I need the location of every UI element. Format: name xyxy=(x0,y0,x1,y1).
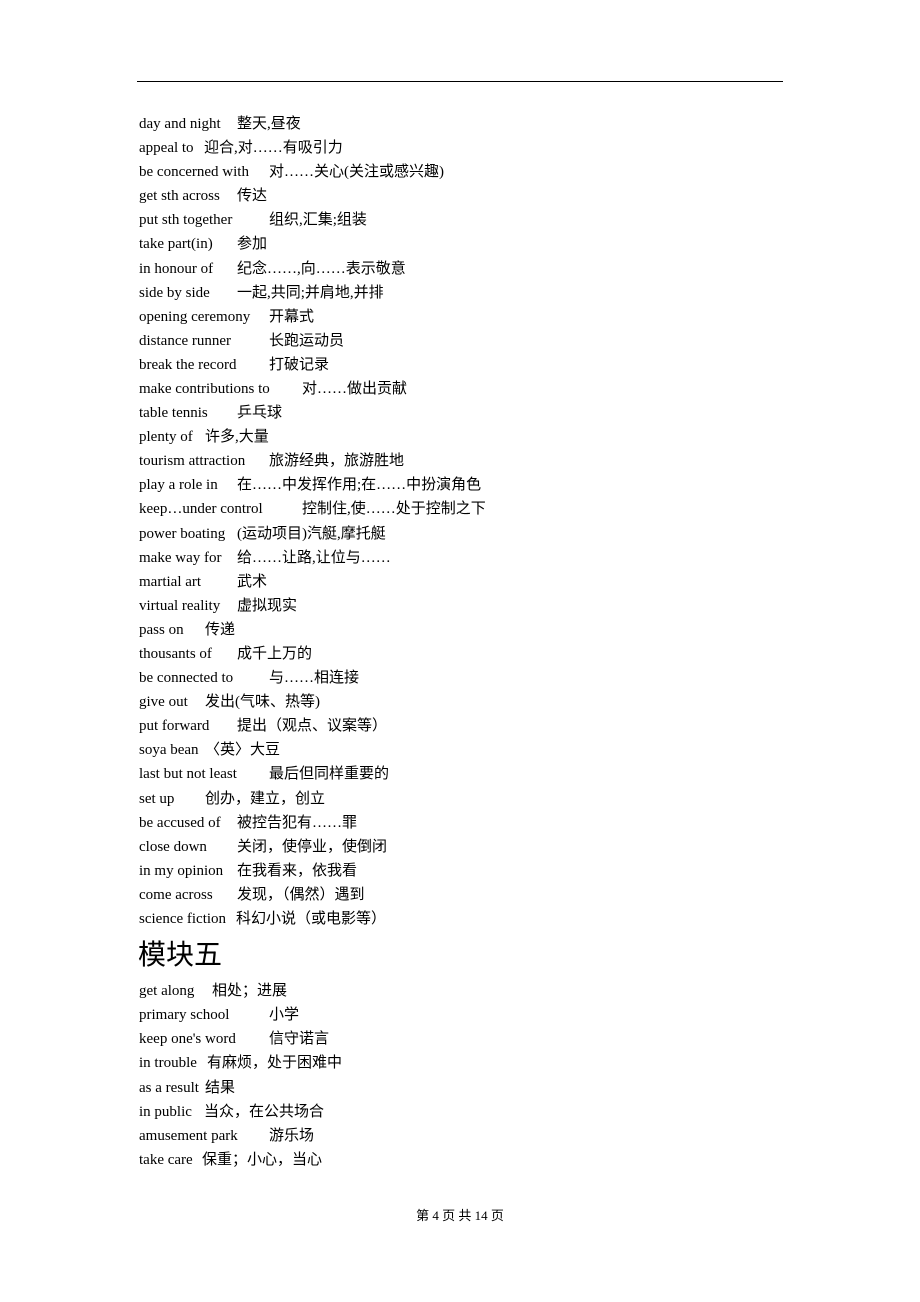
phrase-term: in public xyxy=(139,1103,192,1120)
phrase-term: come across xyxy=(139,886,213,903)
phrase-term: as a result xyxy=(139,1079,199,1096)
phrase-meaning: 武术 xyxy=(237,573,268,590)
phrase-term: virtual reality xyxy=(139,597,221,614)
phrase-term: table tennis xyxy=(139,405,208,422)
page-footer: 第 4 页 共 14 页 xyxy=(416,1208,504,1223)
phrase-meaning: 〈英〉大豆 xyxy=(205,742,281,759)
phrase-term: appeal to xyxy=(139,140,194,157)
phrase-meaning: 信守诺言 xyxy=(269,1031,330,1048)
phrase-term: amusement park xyxy=(139,1127,238,1144)
phrase-meaning: 成千上万的 xyxy=(237,645,313,662)
phrase-meaning: 传递 xyxy=(205,621,236,638)
phrase-meaning: (运动项目)汽艇,摩托艇 xyxy=(237,525,386,542)
phrase-meaning: 传达 xyxy=(237,188,268,205)
phrase-meaning: 迎合,对……有吸引力 xyxy=(204,140,343,157)
phrase-term: opening ceremony xyxy=(139,308,251,325)
phrase-meaning: 游乐场 xyxy=(269,1127,315,1144)
phrase-term: make way for xyxy=(139,549,222,566)
phrase-meaning: 当众，在公共场合 xyxy=(204,1103,325,1120)
phrase-meaning: 开幕式 xyxy=(269,308,315,325)
phrase-term: tourism attraction xyxy=(139,453,246,470)
phrase-meaning: 提出（观点、议案等） xyxy=(237,718,388,735)
phrase-term: play a role in xyxy=(139,477,218,494)
phrase-meaning: 旅游经典，旅游胜地 xyxy=(269,453,405,470)
header-rule xyxy=(137,81,783,82)
phrase-meaning: 给……让路,让位与…… xyxy=(237,549,391,566)
phrase-meaning: 虚拟现实 xyxy=(237,597,298,614)
phrase-meaning: 组织,汇集;组装 xyxy=(269,212,367,229)
phrase-term: in my opinion xyxy=(139,862,224,879)
phrase-term: keep one's word xyxy=(139,1031,236,1048)
phrase-meaning: 乒乓球 xyxy=(237,405,283,422)
phrase-term: put forward xyxy=(139,718,210,735)
phrase-term: distance runner xyxy=(139,332,232,349)
phrase-term: take part(in) xyxy=(139,236,213,253)
section-heading: 模块五 xyxy=(138,940,223,971)
phrase-term: be connected to xyxy=(139,670,234,687)
phrase-term: primary school xyxy=(139,1007,230,1024)
phrase-term: set up xyxy=(139,790,175,807)
phrase-term: pass on xyxy=(139,621,184,638)
phrase-meaning: 对……做出贡献 xyxy=(302,380,408,397)
phrase-meaning: 小学 xyxy=(269,1007,300,1024)
phrase-term: be accused of xyxy=(139,814,221,831)
phrase-meaning: 相处；进展 xyxy=(212,983,288,999)
phrase-meaning: 发出(气味、热等) xyxy=(205,694,320,711)
phrase-term: break the record xyxy=(139,356,237,373)
phrase-meaning: 打破记录 xyxy=(269,356,330,373)
phrase-meaning: 保重；小心，当心 xyxy=(202,1151,323,1168)
phrase-term: day and night xyxy=(139,116,221,132)
phrase-term: thousants of xyxy=(139,645,212,662)
phrase-meaning: 一起,共同;并肩地,并排 xyxy=(237,284,384,301)
phrase-meaning: 许多,大量 xyxy=(205,429,269,446)
phrase-term: martial art xyxy=(139,573,202,590)
phrase-meaning: 纪念……,向……表示敬意 xyxy=(237,260,406,277)
phrase-term: keep…under control xyxy=(139,501,263,518)
phrase-meaning: 结果 xyxy=(205,1079,236,1096)
phrase-term: last but not least xyxy=(139,766,237,783)
phrase-meaning: 参加 xyxy=(237,236,268,253)
phrase-term: plenty of xyxy=(139,429,193,446)
phrase-term: put sth together xyxy=(139,212,233,229)
phrase-meaning: 最后但同样重要的 xyxy=(269,766,390,783)
phrase-meaning: 控制住,使……处于控制之下 xyxy=(302,501,486,518)
phrase-meaning: 在……中发挥作用;在……中扮演角色 xyxy=(237,477,482,494)
phrase-meaning: 与……相连接 xyxy=(269,670,360,687)
phrase-meaning: 创办，建立，创立 xyxy=(205,790,326,807)
phrase-meaning: 发现，（偶然）遇到 xyxy=(237,886,365,903)
phrase-meaning: 关闭，使停业，使倒闭 xyxy=(237,838,388,855)
phrase-term: give out xyxy=(139,694,188,711)
phrase-term: soya bean xyxy=(139,742,199,759)
phrase-term: science fiction xyxy=(139,910,227,927)
phrase-term: take care xyxy=(139,1151,193,1168)
phrase-term: side by side xyxy=(139,284,210,301)
phrase-term: get along xyxy=(139,983,195,999)
phrase-term: power boating xyxy=(139,525,226,542)
phrase-meaning: 在我看来，依我看 xyxy=(237,862,358,879)
phrase-term: be concerned with xyxy=(139,164,249,181)
phrase-term: get sth across xyxy=(139,188,220,205)
phrase-term: in honour of xyxy=(139,260,214,277)
phrase-meaning: 长跑运动员 xyxy=(269,332,345,349)
phrase-meaning: 科幻小说（或电影等） xyxy=(236,910,387,927)
phrase-meaning: 对……关心(关注或感兴趣) xyxy=(269,164,444,181)
phrase-term: close down xyxy=(139,838,207,855)
phrase-meaning: 被控告犯有……罪 xyxy=(237,814,358,831)
phrase-term: make contributions to xyxy=(139,380,270,397)
phrase-meaning: 整天,昼夜 xyxy=(237,116,301,132)
phrase-term: in trouble xyxy=(139,1055,197,1072)
phrase-meaning: 有麻烦，处于困难中 xyxy=(207,1055,343,1072)
